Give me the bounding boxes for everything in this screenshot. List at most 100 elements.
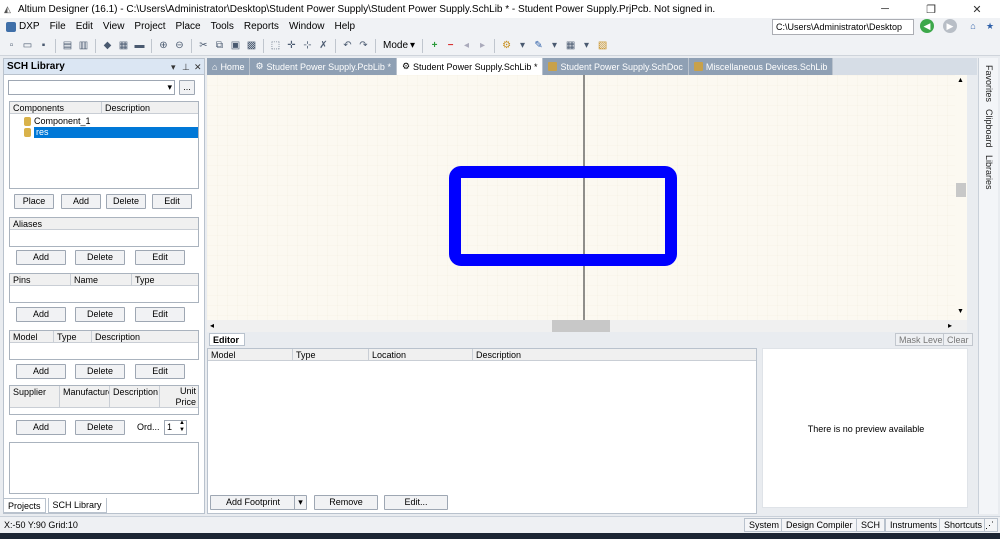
clear-button[interactable]: Clear [943,333,973,346]
horizontal-scrollbar[interactable]: ◂ ▸ [207,320,967,332]
column-header-manufacturer[interactable]: Manufacturer [60,386,110,407]
add-component-button[interactable]: Add [61,194,101,209]
tab-schdoc[interactable]: Student Power Supply.SchDoc [543,58,689,75]
remove-button[interactable]: Remove [314,495,378,510]
column-header-description[interactable]: Description [102,102,198,113]
mode-dropdown[interactable]: Mode ▾ [380,40,418,51]
menu-help[interactable]: Help [330,18,361,36]
deselect-icon[interactable]: ⊹ [300,38,315,53]
column-header-description[interactable]: Description [110,386,160,407]
back-arrow-icon[interactable]: ◀ [920,19,934,33]
delete-model-button[interactable]: Delete [75,364,125,379]
tab-home[interactable]: ⌂ Home [207,58,251,75]
menu-project[interactable]: Project [129,18,170,36]
scroll-right-icon[interactable]: ▸ [948,321,952,330]
sch-button[interactable]: SCH [856,518,886,532]
pcb-icon[interactable]: ▦ [116,38,131,53]
menu-view[interactable]: View [98,18,130,36]
edit-alias-button[interactable]: Edit [135,250,185,265]
maximize-button[interactable]: ❐ [908,0,954,18]
new-file-icon[interactable]: ▫ [4,38,19,53]
chevron-down-icon[interactable]: ▾ [515,38,530,53]
add-alias-button[interactable]: Add [16,250,66,265]
menu-window[interactable]: Window [284,18,330,36]
favorites-icon[interactable]: ★ [983,19,997,33]
column-header-type[interactable]: Type [132,274,198,285]
path-input[interactable]: C:\Users\Administrator\Desktop [772,19,914,35]
grid-icon[interactable]: ▦ [563,38,578,53]
print-preview-icon[interactable]: ▥ [76,38,91,53]
print-icon[interactable]: ▤ [60,38,75,53]
component-item-res[interactable]: res [10,127,198,138]
editor-tab[interactable]: Editor [209,333,245,346]
panel-menu-icon[interactable]: ▾ [171,59,176,75]
chevron-down-icon[interactable]: ▾ [294,496,306,509]
redo-icon[interactable]: ↷ [356,38,371,53]
vertical-scrollbar[interactable]: ▲ ▼ [955,75,967,320]
scroll-thumb[interactable] [552,320,610,332]
mask-level-button[interactable]: Mask Level [895,333,949,346]
forward-arrow-icon[interactable]: ▶ [943,19,957,33]
layers-icon[interactable]: ◆ [100,38,115,53]
copy-icon[interactable]: ⧉ [212,38,227,53]
menu-dxp[interactable]: DXP [0,18,45,36]
close-button[interactable]: ✕ [954,0,1000,18]
edit-component-button[interactable]: Edit [152,194,192,209]
column-header-components[interactable]: Components [10,102,102,113]
tab-schlib[interactable]: ⚙ Student Power Supply.SchLib * [396,58,544,75]
pin-icon[interactable]: ⊥ [182,59,190,75]
component-item-component-1[interactable]: Component_1 [10,116,198,127]
schematic-canvas[interactable] [207,75,967,320]
column-header-description[interactable]: Description [473,349,756,360]
undo-icon[interactable]: ↶ [340,38,355,53]
column-header-type[interactable]: Type [293,349,369,360]
scroll-up-icon[interactable]: ▲ [957,77,964,84]
edit-model-button[interactable]: Edit [135,364,185,379]
resize-grip-icon[interactable]: ⋰ [984,518,998,532]
tab-projects[interactable]: Projects [3,498,46,513]
utilities-icon[interactable]: ⚙ [499,38,514,53]
prev-part-icon[interactable]: ◂ [459,38,474,53]
next-part-icon[interactable]: ▸ [475,38,490,53]
add-part-icon[interactable]: + [427,38,442,53]
save-icon[interactable]: ▪ [36,38,51,53]
menu-file[interactable]: File [45,18,71,36]
column-header-location[interactable]: Location [369,349,473,360]
chevron-down-icon[interactable]: ▾ [547,38,562,53]
delete-alias-button[interactable]: Delete [75,250,125,265]
wiring-icon[interactable]: ✎ [531,38,546,53]
column-header-pins[interactable]: Pins [10,274,71,285]
tab-libraries[interactable]: Libraries [981,152,997,192]
column-header-supplier[interactable]: Supplier [10,386,60,407]
add-pin-button[interactable]: Add [16,307,66,322]
folder-icon[interactable]: ▬ [132,38,147,53]
close-icon[interactable]: ✕ [194,59,202,75]
clear-filter-icon[interactable]: ✗ [316,38,331,53]
scroll-thumb[interactable] [956,183,966,197]
column-header-type[interactable]: Type [54,331,92,342]
home-icon[interactable]: ⌂ [966,19,980,33]
zoom-in-icon[interactable]: ⊕ [156,38,171,53]
minimize-button[interactable]: ─ [862,0,908,18]
spin-arrows-icon[interactable]: ▲ ▼ [179,420,185,434]
add-footprint-button[interactable]: Add Footprint ▾ [210,495,307,510]
menu-place[interactable]: Place [171,18,206,36]
menu-tools[interactable]: Tools [206,18,239,36]
paste-icon[interactable]: ▣ [228,38,243,53]
tab-pcblib[interactable]: ⚙ Student Power Supply.PcbLib * [250,58,397,75]
place-button[interactable]: Place [14,194,54,209]
add-supplier-button[interactable]: Add [16,420,66,435]
tab-clipboard[interactable]: Clipboard [981,106,997,150]
tab-sch-library[interactable]: SCH Library [47,498,107,513]
delete-supplier-button[interactable]: Delete [75,420,125,435]
edit-footprint-button[interactable]: Edit... [384,495,448,510]
rubber-stamp-icon[interactable]: ▩ [244,38,259,53]
column-header-name[interactable]: Name [71,274,132,285]
shortcuts-button[interactable]: Shortcuts [939,518,988,532]
select-area-icon[interactable]: ⬚ [268,38,283,53]
scroll-down-icon[interactable]: ▼ [957,308,964,315]
order-quantity-stepper[interactable]: 1 ▲ ▼ [164,420,187,435]
delete-pin-button[interactable]: Delete [75,307,125,322]
menu-reports[interactable]: Reports [239,18,284,36]
column-header-model[interactable]: Model [208,349,293,360]
